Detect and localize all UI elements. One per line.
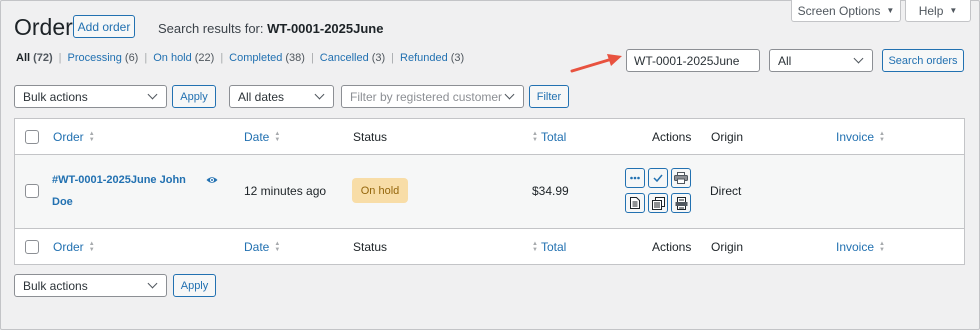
select-all-checkbox[interactable]: [25, 130, 39, 144]
search-results-summary: Search results for: WT-0001-2025June: [158, 21, 383, 36]
order-total: $34.99: [532, 184, 569, 198]
column-header-total[interactable]: ▲ ▼ Total: [532, 119, 566, 155]
separator: |: [391, 52, 395, 64]
row-select-checkbox[interactable]: [25, 184, 39, 198]
table-footer-row: Order ▲ ▼ Date ▲ ▼ Status ▲ ▼ Total Actions…: [15, 228, 964, 264]
column-header-date[interactable]: Date ▲ ▼: [244, 119, 280, 155]
column-footer-status: Status: [353, 240, 388, 254]
status-cell: On hold: [352, 178, 408, 203]
column-footer-invoice[interactable]: Invoice ▲ ▼: [836, 229, 885, 265]
column-header-actions: Actions: [652, 130, 692, 144]
sort-icon: ▲ ▼: [879, 131, 885, 143]
print-button[interactable]: [671, 168, 691, 188]
ellipsis-icon: [630, 176, 640, 180]
status-link-cancelled[interactable]: Cancelled (3): [320, 52, 385, 64]
order-link[interactable]: #WT-0001-2025June John Doe: [52, 169, 192, 213]
separator: |: [58, 52, 62, 64]
complete-order-button[interactable]: [648, 168, 668, 188]
row-select-cell: [25, 184, 39, 198]
filter-button[interactable]: Filter: [529, 85, 569, 108]
order-search-input[interactable]: WT-0001-2025June: [626, 49, 760, 72]
column-footer-actions: Actions: [652, 240, 692, 254]
sort-icon: ▲ ▼: [532, 241, 538, 253]
screen-options-tab[interactable]: Screen Options ▼: [791, 0, 901, 22]
chevron-down-icon: [147, 278, 158, 289]
annotation-arrow-icon: [570, 54, 622, 73]
status-link-all[interactable]: All (72): [16, 52, 53, 64]
bulk-actions-value: Bulk actions: [23, 278, 88, 293]
order-origin: Direct: [710, 184, 742, 198]
separator: |: [144, 52, 148, 64]
column-header-origin: Origin: [711, 130, 744, 144]
dates-select[interactable]: All dates: [229, 85, 334, 108]
search-orders-button[interactable]: Search orders: [882, 49, 964, 72]
select-all-cell: [25, 119, 39, 155]
apply-button-top[interactable]: Apply: [172, 85, 216, 108]
bulk-actions-select-top[interactable]: Bulk actions: [14, 85, 167, 108]
help-label: Help: [918, 3, 944, 18]
column-header-status: Status: [353, 130, 388, 144]
caret-down-icon: ▼: [949, 6, 958, 15]
sort-icon: ▲ ▼: [274, 241, 281, 253]
select-all-checkbox-bottom[interactable]: [25, 240, 39, 254]
sort-icon: ▲ ▼: [274, 131, 281, 143]
bulk-actions-value: Bulk actions: [23, 89, 88, 104]
checkmark-icon: [653, 174, 663, 182]
shipping-label-button[interactable]: [671, 193, 691, 213]
sort-icon: ▲ ▼: [88, 241, 95, 253]
select-all-cell: [25, 229, 39, 265]
bulk-actions-select-bottom[interactable]: Bulk actions: [14, 274, 167, 297]
status-link-on-hold[interactable]: On hold (22): [153, 52, 214, 64]
chevron-down-icon: [504, 89, 515, 100]
customer-filter-placeholder: Filter by registered customer: [350, 89, 503, 104]
status-filter-links: All (72) | Processing (6) | On hold (22) | …: [16, 52, 464, 64]
document-icon: [630, 197, 640, 209]
document-stack-icon: [651, 196, 665, 210]
sort-icon: ▲ ▼: [88, 131, 95, 143]
help-tab[interactable]: Help ▼: [905, 0, 971, 22]
apply-button-bottom[interactable]: Apply: [173, 274, 216, 297]
dates-value: All dates: [238, 89, 285, 104]
column-footer-total[interactable]: ▲ ▼ Total: [532, 229, 566, 265]
column-footer-origin: Origin: [711, 240, 744, 254]
orders-table: Order ▲ ▼ Date ▲ ▼ Status ▲ ▼ Total Actions…: [14, 118, 965, 265]
order-date: 12 minutes ago: [244, 184, 327, 198]
order-status-select[interactable]: All: [769, 49, 873, 72]
order-cell: #WT-0001-2025June John Doe: [52, 169, 192, 213]
customer-filter-select[interactable]: Filter by registered customer: [341, 85, 524, 108]
sort-icon: ▲ ▼: [879, 241, 885, 253]
caret-down-icon: ▼: [886, 6, 895, 15]
packing-slip-button[interactable]: [648, 193, 668, 213]
search-results-term: WT-0001-2025June: [267, 21, 384, 36]
column-footer-date[interactable]: Date ▲ ▼: [244, 229, 280, 265]
status-badge: On hold: [352, 178, 408, 203]
column-header-order[interactable]: Order ▲ ▼: [53, 119, 95, 155]
screen-options-label: Screen Options: [797, 3, 881, 18]
invoice-button[interactable]: [625, 193, 645, 213]
search-results-prefix: Search results for:: [158, 21, 264, 36]
more-actions-button[interactable]: [625, 168, 645, 188]
status-link-refunded[interactable]: Refunded (3): [400, 52, 464, 64]
table-header-row: Order ▲ ▼ Date ▲ ▼ Status ▲ ▼ Total Actions…: [15, 119, 964, 155]
chevron-down-icon: [314, 89, 325, 100]
chevron-down-icon: [147, 89, 158, 100]
printer-icon: [674, 172, 688, 184]
separator: |: [220, 52, 224, 64]
chevron-down-icon: [853, 53, 864, 64]
column-footer-order[interactable]: Order ▲ ▼: [53, 229, 95, 265]
status-link-processing[interactable]: Processing (6): [67, 52, 138, 64]
column-header-invoice[interactable]: Invoice ▲ ▼: [836, 119, 885, 155]
table-row: #WT-0001-2025June John Doe 12 minutes ag…: [15, 155, 964, 228]
order-status-value: All: [778, 53, 792, 68]
sort-icon: ▲ ▼: [532, 131, 538, 143]
shipping-label-icon: [675, 196, 687, 210]
add-order-button[interactable]: Add order: [73, 15, 135, 38]
status-link-completed[interactable]: Completed (38): [229, 52, 305, 64]
separator: |: [310, 52, 314, 64]
eye-icon[interactable]: [206, 175, 218, 185]
